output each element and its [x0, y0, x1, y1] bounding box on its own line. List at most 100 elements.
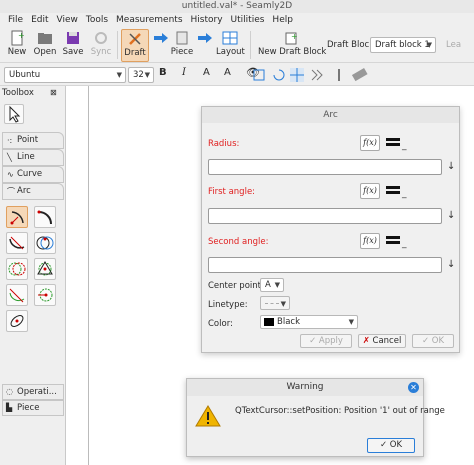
circles-intersection-tool[interactable]: [6, 258, 28, 280]
menu-view[interactable]: View: [53, 13, 82, 27]
expand-down-arrow-icon[interactable]: ↓: [447, 161, 455, 172]
ok-button[interactable]: ✓ OK: [412, 334, 454, 348]
font-select[interactable]: Ubuntu ▼: [4, 67, 126, 83]
tab-line[interactable]: ╲ Line: [2, 149, 64, 166]
equals-icon: [386, 236, 400, 246]
layout-mode-button[interactable]: Layout: [216, 29, 245, 62]
piece-mode-button[interactable]: Piece: [170, 29, 194, 62]
radius-label: Radius:: [208, 139, 240, 149]
rotate-icon[interactable]: [272, 68, 286, 82]
cancel-x-icon: ✗: [362, 336, 373, 346]
radius-formula-button[interactable]: f(x): [360, 135, 380, 151]
draft-block-select[interactable]: Draft block 1 ▼: [370, 37, 436, 53]
warning-ok-button[interactable]: ✓ OK: [367, 438, 415, 453]
expand-down-arrow-icon[interactable]: ↓: [447, 259, 455, 270]
chevrons-icon[interactable]: [310, 68, 324, 82]
linetype-select[interactable]: ▼: [260, 296, 290, 310]
menu-file[interactable]: File: [4, 13, 27, 27]
arc-icon: ⌒: [7, 187, 15, 196]
elliptical-arc-icon: [10, 315, 24, 327]
piece-icon: [176, 31, 188, 45]
menu-tools[interactable]: Tools: [82, 13, 112, 27]
check-icon: ✓: [379, 440, 390, 450]
arc-tangent-icon: [9, 288, 25, 303]
draft-mode-button[interactable]: Draft: [121, 29, 149, 62]
toolbox-title: Toolbox: [2, 88, 34, 98]
cursor-arrow-icon: [9, 105, 21, 123]
value-placeholder-icon: _: [402, 141, 407, 151]
close-icon[interactable]: ✕: [408, 382, 419, 393]
menu-edit[interactable]: Edit: [27, 13, 52, 27]
check-icon: ✓: [421, 336, 432, 346]
menu-bar: File Edit View Tools Measurements Histor…: [0, 13, 474, 27]
second-angle-label: Second angle:: [208, 237, 269, 247]
bold-icon[interactable]: B: [159, 67, 167, 78]
cancel-button[interactable]: ✗ Cancel: [358, 334, 406, 348]
circle-tangent-tool[interactable]: [34, 258, 56, 280]
elliptical-arc-tool[interactable]: [6, 310, 28, 332]
tab-curve[interactable]: ∿ Curve: [2, 166, 64, 183]
circle-tangent-icon: [37, 261, 53, 276]
menu-utilities[interactable]: Utilities: [227, 13, 269, 27]
expand-down-arrow-icon[interactable]: ↓: [447, 210, 455, 221]
chevron-down-icon: ▼: [280, 300, 286, 308]
text-a-small-icon[interactable]: A: [224, 67, 231, 78]
tab-arc[interactable]: ⌒ Arc: [2, 183, 64, 200]
fit-selection-icon[interactable]: [252, 68, 266, 82]
crosshair-icon[interactable]: [290, 68, 304, 82]
tab-piece[interactable]: ▙ Piece: [2, 400, 64, 416]
open-button[interactable]: Open: [32, 29, 58, 62]
first-angle-input[interactable]: [208, 208, 442, 224]
new-draft-block-icon: +: [285, 32, 298, 45]
chevron-down-icon: ▼: [116, 71, 122, 79]
tab-operations[interactable]: ◌ Operati...: [2, 384, 64, 400]
close-icon[interactable]: ⊠: [50, 88, 57, 97]
save-button[interactable]: Save: [60, 29, 86, 62]
arc-tangent-tool[interactable]: [6, 284, 28, 306]
arrow-icon-draft-piece: [152, 29, 170, 62]
menu-measurements[interactable]: Measurements: [112, 13, 186, 27]
arc-length-tool[interactable]: [34, 206, 56, 228]
new-button[interactable]: + New: [4, 29, 30, 62]
color-select[interactable]: Black ▼: [260, 315, 358, 329]
arc-tool[interactable]: [6, 206, 28, 228]
equals-icon: [386, 138, 400, 148]
main-toolbar: + New Open Save Sync Draft Piece Layout …: [0, 27, 474, 63]
arc-with-length-icon: [38, 288, 53, 302]
ruler-icon[interactable]: [352, 68, 368, 82]
pointer-tool[interactable]: [4, 104, 24, 124]
menu-history[interactable]: History: [187, 13, 227, 27]
italic-icon[interactable]: I: [182, 67, 186, 78]
right-arrow-icon: [198, 33, 212, 43]
arc-length-icon: [37, 210, 52, 225]
menu-help[interactable]: Help: [268, 13, 297, 27]
point-of-arc-tool[interactable]: [6, 232, 28, 254]
folder-icon: [38, 33, 52, 44]
font-toolbar: Ubuntu ▼ 32 ▼ B I A A 👁: [0, 64, 474, 86]
center-point-select[interactable]: A ▼: [260, 278, 284, 292]
arrow-icon-piece-layout: [196, 29, 214, 62]
text-a-icon[interactable]: A: [203, 67, 210, 78]
point-icon: ·:: [7, 136, 13, 145]
font-size-select[interactable]: 32 ▼: [128, 67, 154, 83]
apply-button[interactable]: ✓ Apply: [300, 334, 352, 348]
chevron-down-icon: ▼: [348, 318, 354, 326]
new-draft-block-button[interactable]: + New Draft Block: [258, 29, 326, 62]
new-file-icon: +: [11, 30, 25, 46]
curve-icon: ∿: [7, 170, 14, 179]
sync-button[interactable]: Sync: [88, 29, 114, 62]
arcs-intersection-tool[interactable]: [34, 232, 56, 254]
second-angle-input[interactable]: [208, 257, 442, 273]
value-placeholder-icon: _: [402, 189, 407, 199]
right-arrow-icon: [154, 33, 168, 43]
svg-text:+: +: [18, 31, 25, 40]
arc-with-length-tool[interactable]: [34, 284, 56, 306]
chevron-down-icon: ▼: [274, 281, 280, 289]
second-angle-formula-button[interactable]: f(x): [360, 233, 380, 249]
tab-point[interactable]: ·: Point: [2, 132, 64, 149]
color-label: Color:: [208, 319, 233, 329]
operations-icon: ◌: [6, 387, 13, 396]
first-angle-formula-button[interactable]: f(x): [360, 183, 380, 199]
radius-input[interactable]: [208, 159, 442, 175]
vertical-measure-icon[interactable]: [332, 68, 346, 82]
